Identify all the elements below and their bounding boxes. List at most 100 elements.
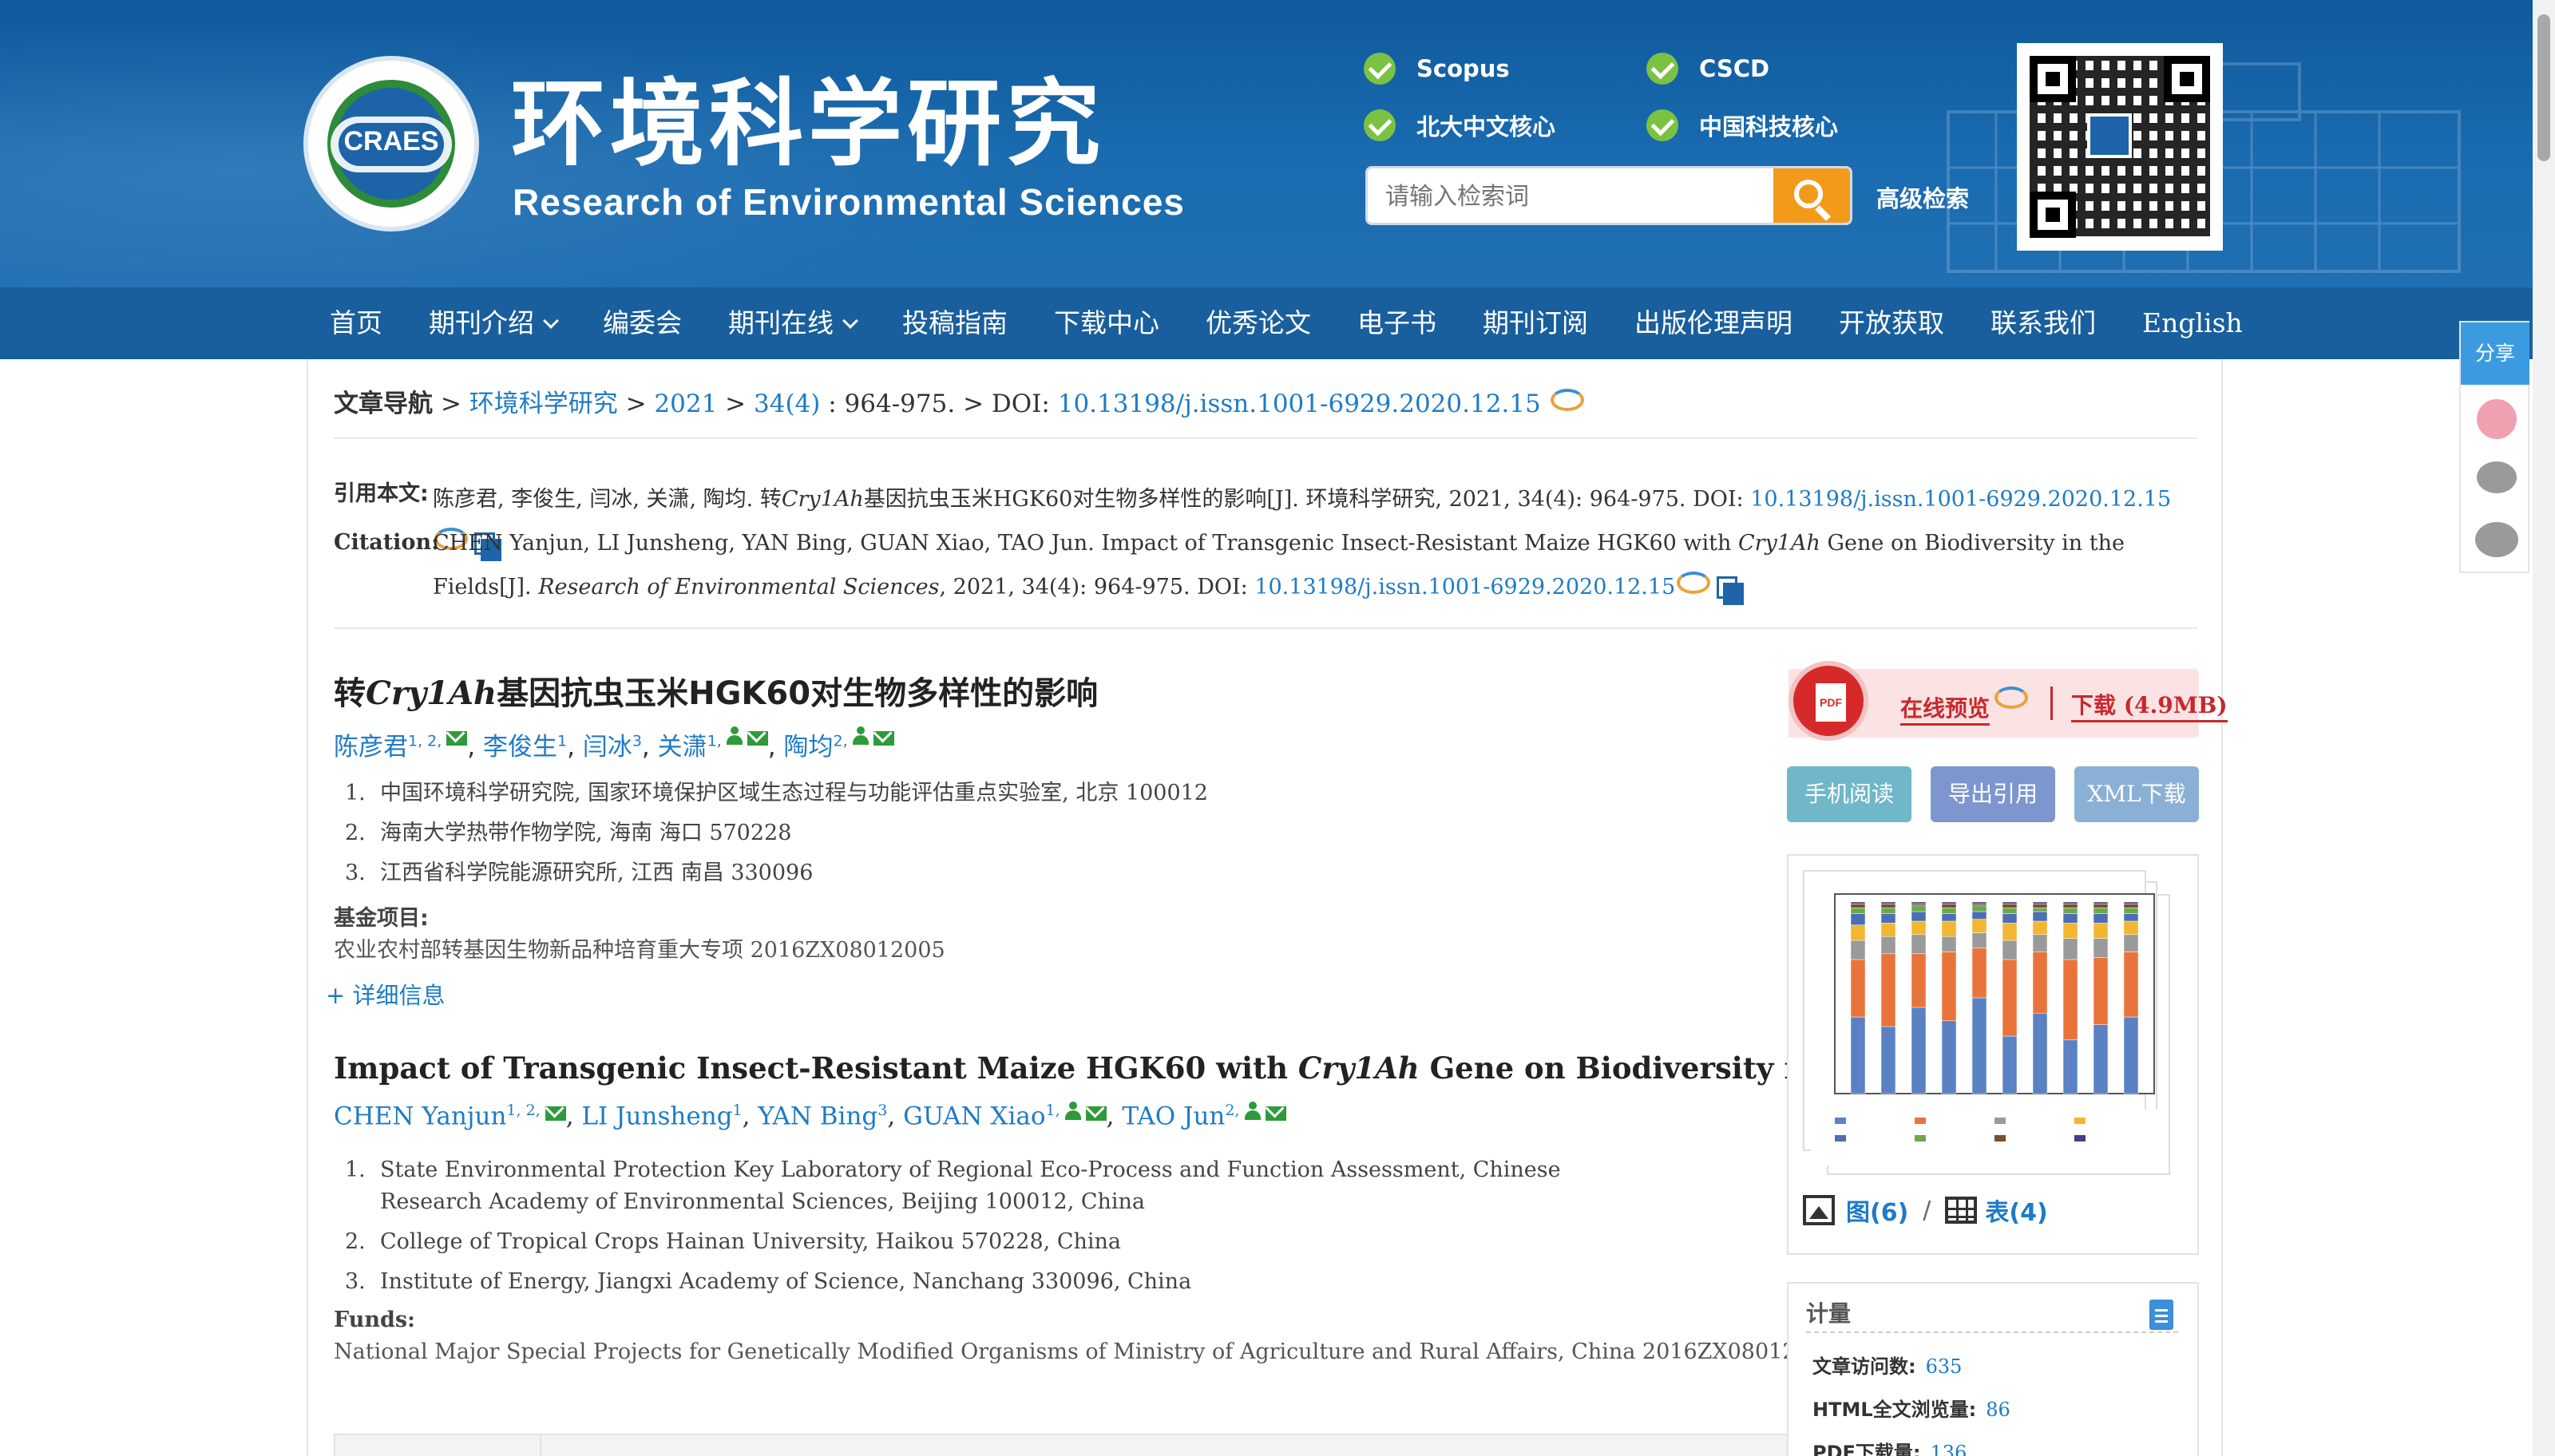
email-icon[interactable]	[747, 731, 768, 746]
author-name[interactable]: 闫冰	[583, 733, 632, 762]
email-icon[interactable]	[545, 1106, 566, 1121]
scrollbar[interactable]	[2533, 0, 2555, 1456]
corresponding-author-icon[interactable]	[1064, 1102, 1081, 1121]
weibo-icon[interactable]	[2477, 461, 2517, 493]
corresponding-author-icon[interactable]	[852, 726, 869, 746]
thumbnail-bar-segment	[2032, 934, 2048, 952]
author-name[interactable]: CHEN Yanjun	[334, 1102, 506, 1130]
affiliation-item: 1. State Environmental Protection Key Lab…	[345, 1157, 1561, 1214]
thumbnail-bar-segment	[1971, 932, 1987, 948]
thumbnail-bar-segment	[2093, 1024, 2109, 1094]
nav-item-4[interactable]: 投稿指南	[879, 287, 1031, 359]
online-preview-link[interactable]: 在线预览	[1900, 691, 1991, 726]
author-affiliation-index: 1,	[1045, 1102, 1060, 1119]
author-affiliation-index: 1	[732, 1102, 743, 1119]
chevron-down-icon	[543, 313, 559, 329]
thumbnail-bar-segment	[1971, 948, 1987, 999]
author-name[interactable]: GUAN Xiao	[903, 1102, 1045, 1130]
breadcrumb-doi-link[interactable]: 10.13198/j.issn.1001-6929.2020.12.15	[1058, 390, 1541, 418]
thumbnail-legend-swatch	[2074, 1118, 2086, 1124]
tables-link[interactable]: 表(4)	[1985, 1193, 2047, 1228]
citation-en-doi-link[interactable]: 10.13198/j.issn.1001-6929.2020.12.15	[1254, 575, 1675, 599]
advanced-search-link[interactable]: 高级检索	[1876, 180, 1969, 214]
divider	[334, 627, 2197, 629]
thumbnail-bar-segment	[2123, 901, 2139, 904]
author-name[interactable]: YAN Bing	[758, 1102, 877, 1130]
breadcrumb-journal[interactable]: 环境科学研究	[469, 390, 618, 418]
crossref-icon[interactable]	[1675, 568, 1711, 594]
main-nav: 首页 期刊介绍 编委会 期刊在线 投稿指南 下载中心 优秀论文 电子书 期刊订阅 出版伦理声明 开放…	[0, 287, 2555, 359]
author-affiliation-index: 3	[632, 732, 642, 750]
search-box	[1365, 166, 1852, 225]
thumbnail-bar-segment	[2002, 901, 2018, 904]
xml-download-button[interactable]: XML下载	[2074, 766, 2199, 822]
author-name[interactable]: 陈彦君	[334, 733, 408, 762]
thumbnail-bar-segment	[2123, 920, 2139, 936]
nav-item-10[interactable]: 开放获取	[1816, 287, 1967, 359]
nav-item-12[interactable]: English	[2119, 287, 2266, 359]
nav-item-9[interactable]: 出版伦理声明	[1611, 287, 1816, 359]
pdf-icon[interactable]: PDF	[1788, 661, 1868, 741]
breadcrumb-year[interactable]: 2021	[654, 390, 717, 418]
affiliation-item: 2. 海南大学热带作物学院, 海南 海口 570228	[345, 821, 792, 845]
journal-logo[interactable]: CRAES	[303, 56, 479, 231]
corresponding-author-icon[interactable]	[726, 726, 743, 746]
email-icon[interactable]	[446, 731, 468, 746]
corresponding-author-icon[interactable]	[1244, 1102, 1261, 1121]
copy-icon[interactable]	[1717, 576, 1745, 605]
email-icon[interactable]	[1085, 1106, 1107, 1121]
nav-item-5[interactable]: 下载中心	[1031, 287, 1182, 359]
email-icon[interactable]	[1265, 1106, 1286, 1121]
thumbnail-bar-segment	[2093, 901, 2109, 904]
nav-item-3[interactable]: 期刊在线	[705, 287, 879, 359]
share-tab[interactable]: 分享	[2461, 322, 2529, 385]
site-header: CRAES 环境科学研究 Research of Environmental S…	[0, 0, 2555, 287]
author-list-cn: 陈彦君1, 2,, 李俊生1, 闫冰3, 关潇1,, 陶均2,	[334, 726, 894, 762]
thumbnail-bar-segment	[1941, 952, 1957, 1022]
translate-icon[interactable]	[2477, 399, 2517, 439]
thumbnail-bar-segment	[2032, 901, 2048, 904]
author-name[interactable]: 关潇	[658, 733, 707, 762]
nav-item-11[interactable]: 联系我们	[1967, 287, 2119, 359]
author-name[interactable]: TAO Jun	[1122, 1102, 1225, 1130]
search-button[interactable]	[1773, 168, 1850, 223]
author-name[interactable]: 李俊生	[483, 733, 557, 762]
author-affiliation-index: 2,	[833, 732, 848, 750]
figure-thumbnail[interactable]	[1803, 870, 2170, 1175]
search-input[interactable]	[1368, 168, 1775, 223]
nav-item-0[interactable]: 首页	[307, 287, 406, 359]
site-title-cn[interactable]: 环境科学研究	[511, 72, 1105, 176]
divider	[334, 437, 2197, 439]
nav-item-2[interactable]: 编委会	[580, 287, 705, 359]
stat-pdf-downloads: PDF下载量: 136	[1812, 1442, 1967, 1456]
thumbnail-bar-segment	[1880, 953, 1896, 1027]
author-name[interactable]: LI Junsheng	[581, 1102, 732, 1130]
fund-label-en: Funds:	[334, 1308, 416, 1332]
document-icon[interactable]	[2149, 1300, 2173, 1330]
breadcrumb-issue[interactable]: 34(4)	[754, 390, 820, 418]
export-citation-button[interactable]: 导出引用	[1931, 766, 2055, 822]
figure-preview-box: 图(6) / 表(4)	[1787, 854, 2199, 1255]
wechat-qr-code	[2017, 43, 2223, 251]
citation-cn-doi-link[interactable]: 10.13198/j.issn.1001-6929.2020.12.15	[1750, 487, 2171, 512]
wechat-icon[interactable]	[2475, 522, 2518, 557]
figures-link[interactable]: 图(6)	[1846, 1193, 1908, 1228]
nav-item-6[interactable]: 优秀论文	[1182, 287, 1334, 359]
nav-item-7[interactable]: 电子书	[1334, 287, 1460, 359]
mobile-read-button[interactable]: 手机阅读	[1787, 766, 1911, 822]
figure-table-counts: 图(6) / 表(4)	[1803, 1193, 2048, 1228]
thumbnail-bar-segment	[2002, 923, 2018, 941]
crossref-icon[interactable]	[1549, 386, 1584, 411]
nav-item-1[interactable]: 期刊介绍	[406, 287, 580, 359]
scrollbar-thumb[interactable]	[2537, 14, 2550, 161]
details-toggle[interactable]: + 详细信息	[326, 977, 446, 1011]
email-icon[interactable]	[873, 731, 894, 746]
index-badge-scopus: Scopus	[1364, 53, 1510, 85]
author-name[interactable]: 陶均	[784, 733, 834, 762]
thumbnail-bar-segment	[1880, 904, 1896, 908]
index-badge-pku-core: 北大中文核心	[1364, 109, 1555, 142]
nav-item-8[interactable]: 期刊订阅	[1460, 287, 1611, 359]
site-title-en[interactable]: Research of Environmental Sciences	[513, 180, 1185, 224]
pdf-download-link[interactable]: 下载 (4.9MB)	[2071, 688, 2228, 722]
table-icon	[1945, 1197, 1978, 1224]
